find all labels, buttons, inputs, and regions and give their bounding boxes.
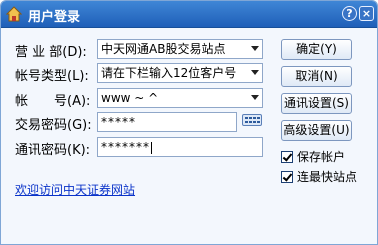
chevron-down-icon [251, 70, 259, 75]
help-button[interactable]: ? [342, 6, 357, 21]
text-caret [151, 141, 152, 154]
comm-settings-button[interactable]: 通讯设置(S) [281, 93, 352, 114]
save-account-label: 保存帐户 [297, 150, 346, 164]
ok-button[interactable]: 确定(Y) [281, 39, 352, 60]
cancel-button[interactable]: 取消(N) [281, 66, 352, 87]
checkbox-checked-icon [281, 171, 293, 183]
login-dialog: 用户登录 ? × 营 业 部(D): 帐号类型(L): 帐 号(A): 交易密码… [0, 0, 378, 245]
server-label: 营 业 部(D): [15, 45, 87, 60]
comm-password-value: ******* [101, 140, 150, 154]
trade-password-input[interactable]: ***** [97, 112, 237, 132]
server-select[interactable]: 中天网通AB股交易站点 [97, 39, 263, 59]
save-account-checkbox[interactable]: 保存帐户 [281, 148, 345, 165]
server-select-value: 中天网通AB股交易站点 [101, 42, 226, 56]
window-title: 用户登录 [28, 10, 81, 25]
trade-password-label: 交易密码(G): [15, 118, 92, 133]
account-select[interactable]: www ~ ^ [97, 88, 263, 108]
comm-password-input[interactable]: ******* [97, 137, 263, 157]
website-link[interactable]: 欢迎访问中天证券网站 [15, 181, 135, 198]
house-icon [6, 6, 22, 22]
account-label: 帐 号(A): [15, 94, 91, 109]
close-button[interactable]: × [359, 6, 374, 21]
account-type-select-value: 请在下栏输入12位客户号 [101, 66, 237, 80]
chevron-down-icon [251, 46, 259, 51]
trade-password-value: ***** [101, 115, 136, 129]
comm-password-label: 通讯密码(K): [15, 143, 91, 158]
keyboard-icon[interactable] [242, 114, 262, 126]
fastest-site-label: 连最快站点 [297, 170, 358, 184]
checkbox-checked-icon [281, 151, 293, 163]
title-bar[interactable]: 用户登录 ? × [1, 1, 377, 28]
advanced-settings-button[interactable]: 高级设置(U) [281, 120, 352, 141]
account-type-select[interactable]: 请在下栏输入12位客户号 [97, 63, 263, 83]
chevron-down-icon [251, 95, 259, 100]
account-type-label: 帐号类型(L): [15, 69, 89, 84]
account-select-value: www ~ ^ [101, 91, 159, 105]
fastest-site-checkbox[interactable]: 连最快站点 [281, 168, 357, 185]
